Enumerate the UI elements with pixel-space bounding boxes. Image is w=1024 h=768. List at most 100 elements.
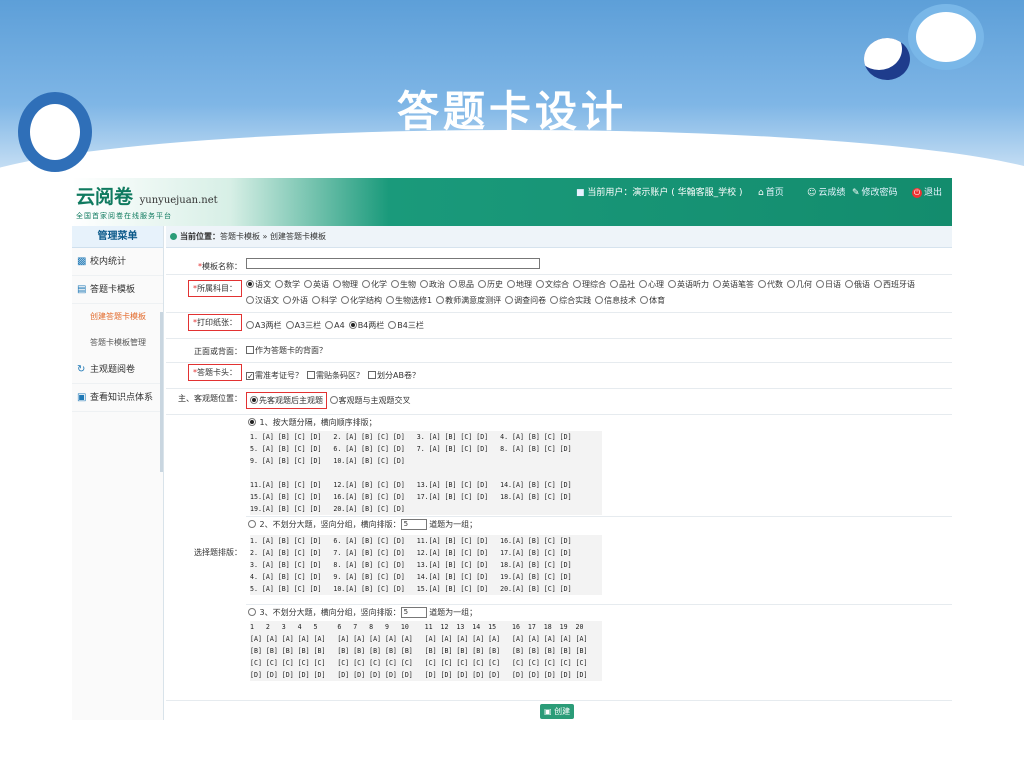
subject-option[interactable]: 西班牙语 [874,277,915,293]
subject-option[interactable]: 体育 [640,293,665,309]
subject-option[interactable]: 英语笔答 [713,277,754,293]
sidebar-item-school-stats[interactable]: ▩ 校内统计 [72,248,163,276]
hierarchy-icon: ▣ [77,392,87,403]
layout-option-3-header[interactable]: 3、不划分大题，横向分组，竖向排版： 5 道题为一组； [248,607,477,618]
subject-option[interactable]: 品社 [610,277,635,293]
save-icon: ▣ [544,707,552,716]
home-link[interactable]: ⌂ 首页 [758,185,784,198]
create-button[interactable]: ▣ 创建 [540,704,575,719]
subject-option[interactable]: 生物 [391,277,416,293]
layout-preview-1: 1. [A] [B] [C] [D] 2. [A] [B] [C] [D] 3.… [250,431,602,515]
logout-label: 退出 [924,188,943,198]
checkbox-box [368,371,376,379]
radio [550,296,559,304]
subject-option-label: 外语 [292,296,308,305]
radio [348,321,357,329]
paper-option[interactable]: B4三栏 [388,320,424,331]
layout-option-2-header[interactable]: 2、不划分大题，竖向分组，横向排版： 5 道题为一组； [248,519,477,530]
template-name-label: *模板名称： [198,262,242,271]
template-name-input[interactable] [246,258,540,269]
radio [639,280,647,288]
card-header-option[interactable]: ✓需准考证号？ [246,370,303,381]
subject-option-label: 历史 [487,280,503,289]
current-user: ■ 当前用户：演示账户 ( 华翰客服_学校 ) [576,185,743,198]
layout-2-group-size-input[interactable]: 5 [400,519,427,530]
subject-option[interactable]: 思品 [449,277,474,293]
subject-option[interactable]: 汉语文 [246,293,279,309]
subject-option-label: 英语笔答 [722,280,754,289]
radio [312,296,320,304]
paper-option[interactable]: A3三栏 [285,320,322,331]
card-header-label: *答题卡头： [166,364,242,381]
back-side-label: 作为答题卡的背面？ [255,346,327,355]
radio [248,520,256,528]
grading-icon: ↻ [77,364,86,375]
sidebar-item-subjective-grading[interactable]: ↻ 主观题阅卷 [72,356,163,384]
card-header-option[interactable]: 划分AB卷？ [368,370,420,381]
paper-option-label: A3三栏 [294,321,322,330]
subject-option[interactable]: 语文 [246,277,271,293]
subject-option[interactable]: 文综合 [536,277,569,293]
template-form: *模板名称： *所属科目： 语文 数学 英语 物理 化学 生物 政治 思品 历史 地理 文综合 理综合… [166,258,952,701]
subject-option[interactable]: 化学结构 [341,293,382,309]
subject-option[interactable]: 俄语 [845,277,870,293]
radio [478,280,486,288]
layout-option-1-header[interactable]: 1、按大题分隔，横向顺序排版； [248,417,377,428]
back-side-checkbox[interactable]: 作为答题卡的背面？ [246,345,327,356]
radio [449,280,457,288]
subject-option[interactable]: 调查问卷 [505,293,546,309]
subject-option[interactable]: 政治 [420,277,445,293]
subject-option[interactable]: 外语 [283,293,308,309]
position-option-mixed[interactable]: 客观题与主观题交叉 [329,395,411,406]
subject-option[interactable]: 英语 [304,277,329,293]
row-choice-layout: 选择题排版： 1、按大题分隔，横向顺序排版； 1. [A] [B] [C] [D… [166,415,952,701]
subject-option[interactable]: 信息技术 [595,293,636,309]
layout-option-2-suffix: 道题为一组； [429,520,478,529]
sidebar-scrollbar[interactable] [160,312,163,472]
sidebar-subitem-create-template[interactable]: 创建答题卡模板 [72,304,163,330]
change-password-link[interactable]: ✎ 修改密码 [852,185,898,198]
paper-label: *打印纸张： [166,314,242,331]
sidebar-subitem-template-manage[interactable]: 答题卡模板管理 [72,330,163,356]
paper-option[interactable]: A4 [325,321,345,330]
layout-3-group-size-input[interactable]: 5 [400,607,427,618]
position-option-objective-first[interactable]: 先客观题后主观题 [246,392,327,409]
cloud-score-link[interactable]: ☺ 云成绩 [807,185,845,198]
card-header-option[interactable]: 需贴条码区？ [307,370,364,381]
sidebar-item-answer-card-template[interactable]: ▤ 答题卡模板 [72,276,163,304]
create-button-label: 创建 [554,707,571,716]
radio [388,321,397,329]
subject-option-label: 思品 [458,280,474,289]
sidebar-subitem-label: 答题卡模板管理 [90,338,146,347]
radio [610,280,618,288]
subject-option-label: 地理 [516,280,532,289]
subject-option[interactable]: 科学 [312,293,337,309]
row-front-back: 正面或背面： 作为答题卡的背面？ [166,339,952,363]
subject-option[interactable]: 教师满意度测评 [436,293,501,309]
paper-option[interactable]: A3两栏 [246,320,282,331]
subject-option[interactable]: 理综合 [573,277,606,293]
layout-option-3-suffix: 道题为一组； [429,608,478,617]
subject-option[interactable]: 数学 [275,277,300,293]
preview-line: 5. [A] [B] [C] [D] 10.[A] [B] [C] [D] 15… [250,585,572,593]
subject-option[interactable]: 物理 [333,277,358,293]
subject-option[interactable]: 几何 [787,277,812,293]
subject-option[interactable]: 日语 [816,277,841,293]
card-header-checkbox-group: ✓需准考证号？ 需贴条码区？ 划分AB卷？ [246,370,948,381]
subject-option[interactable]: 英语听力 [668,277,709,293]
subject-option[interactable]: 代数 [758,277,783,293]
subject-option[interactable]: 化学 [362,277,387,293]
subject-option[interactable]: 地理 [507,277,532,293]
logo[interactable]: 云阅卷 yunyuejuan.net [76,182,218,209]
breadcrumb-link-template[interactable]: 答题卡模板 [220,232,260,241]
subject-option[interactable]: 历史 [478,277,503,293]
subject-option[interactable]: 生物选修1 [386,293,432,309]
paper-option[interactable]: B4两栏 [348,320,384,331]
position-option-label: 客观题与主观题交叉 [338,396,411,405]
subject-option[interactable]: 心理 [639,277,664,293]
logout-link[interactable]: ⏻ 退出 [912,185,942,198]
subject-option[interactable]: 综合实践 [550,293,591,309]
layout-option-1-title: 1、按大题分隔，横向顺序排版； [259,418,377,427]
preview-line: 1 2 3 4 5 6 7 8 9 10 11 12 13 14 15 16 1… [250,623,584,631]
preview-line: 3. [A] [B] [C] [D] 8. [A] [B] [C] [D] 13… [250,561,572,569]
